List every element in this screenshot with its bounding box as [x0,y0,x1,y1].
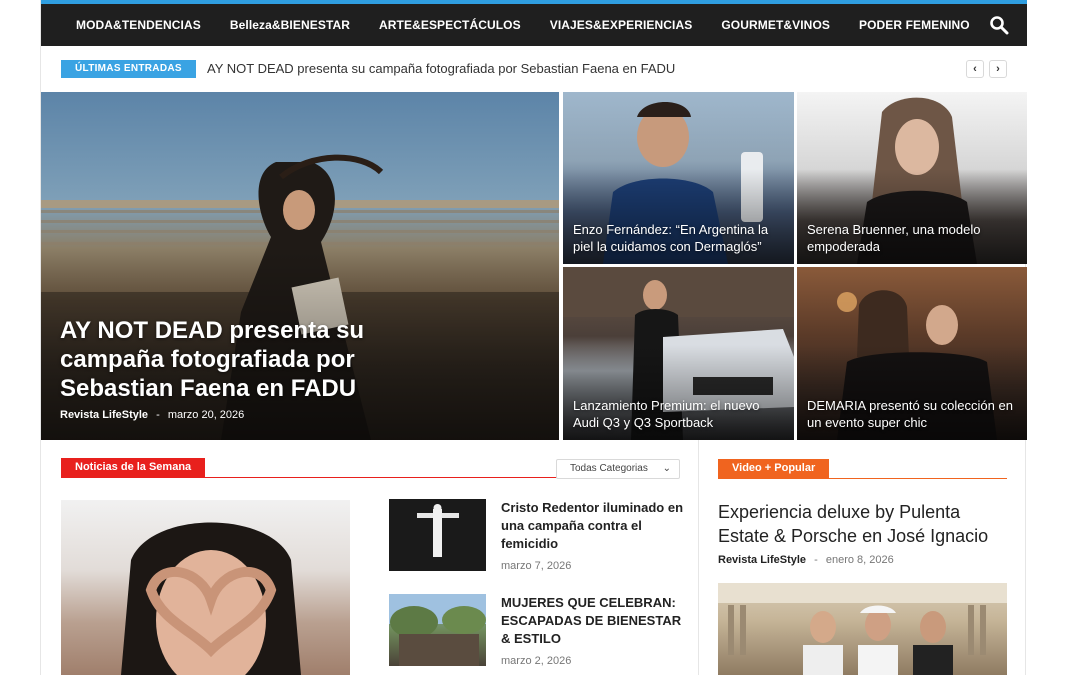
video-article-title[interactable]: Experiencia deluxe by Pulenta Estate & P… [718,500,1010,548]
hero-main-title[interactable]: AY NOT DEAD presenta su campaña fotograf… [60,316,390,403]
christ-statue-image [389,499,486,571]
news-item-1-thumbnail[interactable] [389,499,486,571]
nav-item-poder-femenino[interactable]: PODER FEMENINO [859,18,970,32]
news-item-2-date: marzo 2, 2026 [501,655,572,667]
video-article-photo [718,583,1007,675]
video-article-image[interactable] [718,583,1007,675]
nav-item-arte[interactable]: ARTE&ESPECTÁCULOS [379,18,521,32]
news-item-2-thumbnail[interactable] [389,594,486,666]
hero-tile-enzo[interactable]: Enzo Fernández: “En Argentina la piel la… [563,92,794,264]
nav-item-moda[interactable]: MODA&TENDENCIAS [76,18,201,32]
hero-tile-audi[interactable]: Lanzamiento Premium: el nuevo Audi Q3 y … [563,267,794,440]
hero-main-article[interactable]: AY NOT DEAD presenta su campaña fotograf… [41,92,559,440]
news-featured-photo [121,522,301,675]
nav-item-gourmet[interactable]: GOURMET&VINOS [721,18,830,32]
news-item-1-date: marzo 7, 2026 [501,560,572,572]
ticker-next-button[interactable]: › [989,60,1007,78]
category-filter-value: Todas Categorias [570,463,648,474]
hero-tile-serena-title[interactable]: Serena Bruenner, una modelo empoderada [807,221,1012,255]
hero-main-date: marzo 20, 2026 [167,409,245,421]
column-divider [698,440,699,675]
wellness-escape-image [389,594,486,666]
hero-tile-serena[interactable]: Serena Bruenner, una modelo empoderada [797,92,1027,264]
ticker-headline-link[interactable]: AY NOT DEAD presenta su campaña fotograf… [207,61,675,76]
video-section-underline [718,478,1007,479]
video-article-author[interactable]: Revista LifeStyle [718,554,806,566]
hero-main-meta: Revista LifeStyle - marzo 20, 2026 [60,409,244,421]
hero-main-separator: - [156,409,160,421]
latest-entries-badge: ÚLTIMAS ENTRADAS [61,60,196,78]
hero-tile-enzo-title[interactable]: Enzo Fernández: “En Argentina la piel la… [573,221,783,255]
news-section-badge: Noticias de la Semana [61,458,206,477]
latest-entries-ticker: ÚLTIMAS ENTRADAS AY NOT DEAD presenta su… [41,46,1027,92]
news-item-2-title[interactable]: MUJERES QUE CELEBRAN: ESCAPADAS DE BIENE… [501,594,683,648]
news-item-1-title[interactable]: Cristo Redentor iluminado en una campaña… [501,499,683,553]
hero-tile-demaria[interactable]: DEMARIA presentó su colección en un even… [797,267,1027,440]
video-article-meta: Revista LifeStyle - enero 8, 2026 [718,554,894,566]
video-section-badge: Video + Popular [718,459,830,478]
search-icon[interactable] [989,15,1009,35]
nav-item-belleza[interactable]: Belleza&BIENESTAR [230,18,350,32]
hero-tile-audi-title[interactable]: Lanzamiento Premium: el nuevo Audi Q3 y … [573,397,783,431]
video-article-separator: - [814,554,818,566]
hero-main-author[interactable]: Revista LifeStyle [60,409,148,421]
chevron-down-icon: ⌄ [662,463,671,474]
page-container: MODA&TENDENCIAS Belleza&BIENESTAR ARTE&E… [40,0,1027,675]
category-filter-dropdown[interactable]: Todas Categorias ⌄ [556,459,680,479]
news-featured-image[interactable] [61,500,350,675]
nav-item-viajes[interactable]: VIAJES&EXPERIENCIAS [550,18,693,32]
hero-tile-demaria-title[interactable]: DEMARIA presentó su colección en un even… [807,397,1022,431]
video-article-date: enero 8, 2026 [825,554,894,566]
main-navigation: MODA&TENDENCIAS Belleza&BIENESTAR ARTE&E… [41,4,1027,46]
ticker-prev-button[interactable]: ‹ [966,60,984,78]
